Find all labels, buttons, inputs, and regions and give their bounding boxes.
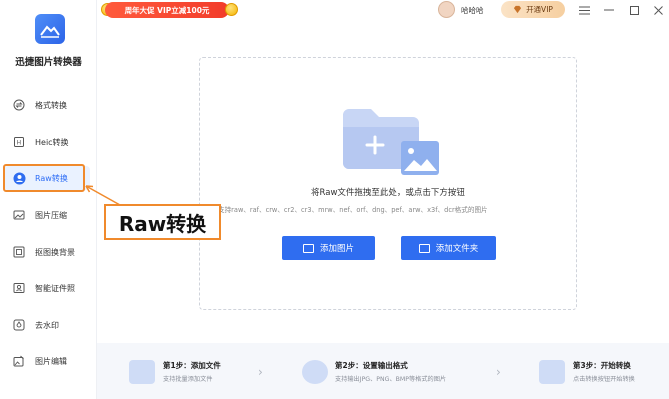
heic-icon: H — [12, 135, 26, 149]
sidebar-item-label: 图片编辑 — [35, 356, 67, 366]
sidebar-item-label: 抠图换背景 — [35, 247, 75, 257]
step-3-title: 第3步：开始转换 — [573, 361, 631, 370]
drop-zone-title: 将Raw文件拖拽至此处，或点击下方按钮 — [311, 188, 465, 198]
add-image-label: 添加图片 — [319, 244, 354, 254]
app-logo-icon — [35, 14, 65, 44]
step-1-desc: 支持批量添加文件 — [163, 376, 213, 383]
avatar[interactable] — [438, 1, 455, 18]
svg-text:H: H — [17, 140, 22, 147]
step-1-title: 第1步：添加文件 — [163, 361, 221, 370]
diamond-icon — [513, 5, 522, 14]
cutout-icon — [12, 245, 26, 259]
chevron-right-icon: › — [258, 365, 263, 379]
add-folder-label: 添加文件夹 — [435, 244, 479, 254]
compress-icon — [12, 208, 26, 222]
top-bar: 周年大促 VIP立减100元 哈哈哈 开通VIP — [97, 0, 669, 22]
open-vip-button[interactable]: 开通VIP — [501, 1, 565, 18]
maximize-icon[interactable] — [626, 2, 642, 18]
username[interactable]: 哈哈哈 — [461, 5, 484, 16]
raw-convert-callout: Raw转换 — [104, 204, 221, 240]
image-icon — [302, 243, 314, 253]
format-convert-icon — [12, 98, 26, 112]
supported-formats-text: 支持raw、raf、crw、cr2、cr3、mrw、nef、orf、dng、pe… — [218, 206, 488, 214]
coin-icon — [225, 3, 238, 16]
edit-icon — [12, 354, 26, 368]
promo-banner[interactable]: 周年大促 VIP立减100元 — [105, 2, 229, 18]
folder-plus-icon — [418, 243, 430, 253]
vip-label: 开通VIP — [526, 5, 553, 14]
add-folder-button[interactable]: 添加文件夹 — [401, 236, 496, 260]
sidebar-item-edit[interactable]: 图片编辑 — [4, 349, 90, 373]
sidebar-item-watermark[interactable]: 去水印 — [4, 313, 90, 337]
add-file-step-icon — [129, 360, 155, 384]
sidebar-item-label: 图片压缩 — [35, 210, 67, 220]
file-drop-zone[interactable]: 将Raw文件拖拽至此处，或点击下方按钮 支持raw、raf、crw、cr2、cr… — [199, 57, 577, 310]
settings-step-icon — [302, 360, 328, 384]
folder-icon — [343, 109, 439, 175]
id-photo-icon — [12, 281, 26, 295]
step-2-title: 第2步：设置输出格式 — [335, 361, 408, 370]
sidebar-item-label: 智能证件照 — [35, 283, 75, 293]
step-3-desc: 点击转换按钮开始转换 — [573, 376, 635, 383]
sidebar-item-label: Heic转换 — [35, 137, 69, 147]
chevron-right-icon: › — [496, 365, 501, 379]
watermark-icon — [12, 318, 26, 332]
sidebar-item-label: 格式转换 — [35, 100, 67, 110]
convert-step-icon — [539, 360, 565, 384]
add-image-button[interactable]: 添加图片 — [282, 236, 375, 260]
app-name: 迅捷图片转换器 — [15, 57, 82, 68]
sidebar-item-cutout[interactable]: 抠图换背景 — [4, 240, 90, 264]
sidebar-item-format-convert[interactable]: 格式转换 — [4, 93, 90, 117]
sidebar-item-id-photo[interactable]: 智能证件照 — [4, 276, 90, 300]
step-2-desc: 支持输出JPG、PNG、BMP等格式的图片 — [335, 376, 447, 383]
raw-highlight-box — [3, 164, 85, 192]
sidebar-item-heic[interactable]: H Heic转换 — [4, 130, 90, 154]
sidebar-item-label: 去水印 — [35, 320, 59, 330]
sidebar: 迅捷图片转换器 格式转换 H Heic转换 Raw转换 图片压缩 抠图换背景 智… — [0, 0, 97, 399]
close-icon[interactable] — [650, 2, 666, 18]
minimize-icon[interactable] — [601, 2, 617, 18]
menu-icon[interactable] — [576, 2, 592, 18]
steps-bar: 第1步：添加文件 支持批量添加文件 › 第2步：设置输出格式 支持输出JPG、P… — [97, 343, 669, 399]
sidebar-item-compress[interactable]: 图片压缩 — [4, 203, 90, 227]
